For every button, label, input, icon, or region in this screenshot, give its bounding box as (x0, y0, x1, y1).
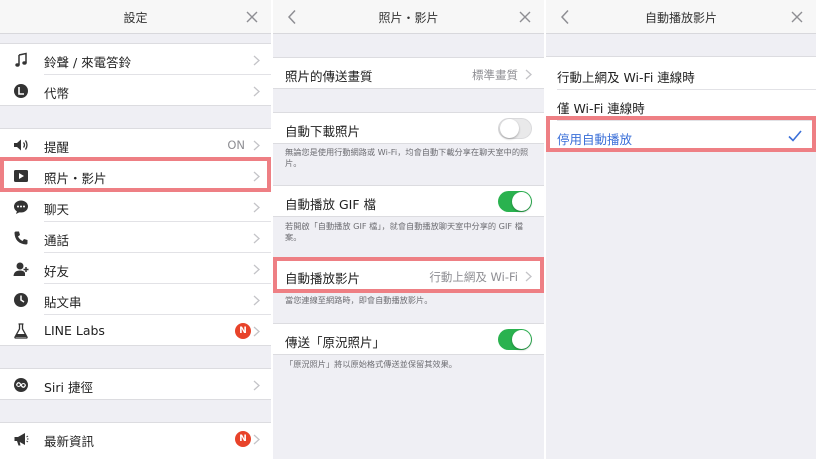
settings-item-ringtone[interactable]: 鈴聲 / 來電答鈴 (0, 44, 271, 75)
siri-icon (14, 378, 28, 392)
settings-item-chats[interactable]: 聊天 (0, 191, 271, 222)
close-icon[interactable] (790, 10, 804, 24)
page-title: 自動播放影片 (644, 11, 717, 25)
chevron-right-icon (253, 434, 260, 445)
page-title: 照片・影片 (378, 11, 439, 25)
option-mobile-and-wifi[interactable]: 行動上網及 Wi-Fi 連線時 (546, 59, 816, 90)
settings-item-notifications[interactable]: 提醒 ON (0, 129, 271, 160)
autoplay-gif-label: 自動播放 GIF 檔 (285, 197, 377, 212)
play-icon (14, 170, 28, 182)
settings-item-label: LINE Labs (44, 323, 105, 338)
chevron-right-icon (253, 55, 260, 66)
autoplay-video-row[interactable]: 自動播放影片 行動上網及 Wi-Fi (273, 259, 544, 291)
settings-item-label: 最新資訊 (44, 434, 95, 449)
settings-item-photos-videos[interactable]: 照片・影片 (0, 160, 271, 191)
chevron-right-icon (253, 140, 260, 151)
settings-item-line-labs[interactable]: LINE Labs N (0, 315, 271, 346)
person-add-icon (13, 262, 29, 276)
autoplay-options: 行動上網及 Wi-Fi 連線時 僅 Wi-Fi 連線時 停用自動播放 (546, 56, 816, 152)
settings-item-timeline[interactable]: 貼文串 (0, 284, 271, 315)
chevron-right-icon (253, 202, 260, 213)
music-note-icon (15, 52, 27, 67)
settings-group-3: Siri 捷徑 (0, 368, 271, 400)
settings-item-siri-shortcuts[interactable]: Siri 捷徑 (0, 369, 271, 400)
settings-group-4: 最新資訊 N (0, 422, 271, 459)
speaker-icon (14, 139, 28, 151)
settings-item-friends[interactable]: 好友 (0, 253, 271, 284)
settings-item-calls[interactable]: 通話 (0, 222, 271, 253)
flask-icon (14, 323, 28, 339)
checkmark-icon (788, 130, 802, 142)
autoplay-gif-note: 若開啟「自動播放 GIF 檔」，就會自動播放聊天室中分享的 GIF 檔案。 (285, 221, 523, 242)
chevron-right-icon (253, 380, 260, 391)
navbar: 設定 (0, 0, 271, 34)
settings-item-label: 鈴聲 / 來電答鈴 (44, 55, 132, 70)
chevron-right-icon (253, 264, 260, 275)
auto-download-note: 無論您是使用行動網路或 Wi-Fi，均會自動下載分享在聊天室中的照片。 (285, 147, 529, 168)
transfer-quality-row[interactable]: 照片的傳送畫質 標準畫質 (273, 57, 544, 89)
chevron-right-icon (525, 69, 532, 80)
transfer-quality-value: 標準畫質 (472, 68, 518, 82)
settings-group-2: 提醒 ON 照片・影片 聊天 通話 好友 貼文串 LINE Labs N (0, 128, 271, 346)
settings-item-label: 提醒 (44, 140, 70, 155)
live-photo-row: 傳送「原況照片」 (273, 323, 544, 355)
chevron-right-icon (253, 86, 260, 97)
close-icon[interactable] (518, 10, 532, 24)
option-disable-autoplay[interactable]: 停用自動播放 (546, 121, 816, 152)
phone-icon (14, 231, 28, 245)
live-photo-toggle[interactable] (498, 329, 532, 350)
new-badge: N (235, 431, 251, 447)
new-badge: N (235, 323, 251, 339)
navbar: 照片・影片 (273, 0, 544, 34)
megaphone-icon (14, 433, 29, 446)
autoplay-gif-toggle[interactable] (498, 191, 532, 212)
auto-download-row: 自動下載照片 (273, 112, 544, 144)
settings-item-label: 貼文串 (44, 295, 82, 310)
settings-item-label: Siri 捷徑 (44, 380, 93, 395)
autoplay-video-panel: 自動播放影片 行動上網及 Wi-Fi 連線時 僅 Wi-Fi 連線時 停用自動播… (546, 0, 816, 459)
auto-download-toggle[interactable] (498, 118, 532, 139)
live-photo-label: 傳送「原況照片」 (285, 335, 386, 350)
settings-item-label: 好友 (44, 264, 70, 279)
settings-panel: 設定 鈴聲 / 來電答鈴 代幣 提醒 ON 照片・影片 聊天 通話 好友 貼文串… (0, 0, 271, 459)
settings-item-label: 照片・影片 (44, 171, 107, 186)
chevron-right-icon (525, 271, 532, 282)
autoplay-video-label: 自動播放影片 (285, 271, 361, 286)
coin-icon (14, 84, 28, 98)
settings-group-1: 鈴聲 / 來電答鈴 代幣 (0, 43, 271, 106)
photos-videos-panel: 照片・影片 照片的傳送畫質 標準畫質 自動下載照片 無論您是使用行動網路或 Wi… (273, 0, 544, 459)
option-wifi-only[interactable]: 僅 Wi-Fi 連線時 (546, 90, 816, 121)
settings-item-coins[interactable]: 代幣 (0, 75, 271, 106)
option-label: 僅 Wi-Fi 連線時 (557, 101, 645, 116)
live-photo-note: 「原況照片」將以原始格式傳送並保留其效果。 (285, 359, 457, 369)
transfer-quality-label: 照片的傳送畫質 (285, 69, 373, 84)
close-icon[interactable] (245, 10, 259, 24)
chat-bubble-icon (14, 200, 28, 214)
chevron-right-icon (253, 233, 260, 244)
autoplay-video-value: 行動上網及 Wi-Fi (429, 270, 518, 284)
auto-download-label: 自動下載照片 (285, 124, 361, 139)
settings-item-label: 通話 (44, 233, 70, 248)
chevron-right-icon (253, 295, 260, 306)
settings-item-label: 聊天 (44, 202, 70, 217)
settings-item-news[interactable]: 最新資訊 N (0, 423, 271, 454)
settings-item-label: 代幣 (44, 86, 70, 101)
navbar: 自動播放影片 (546, 0, 816, 34)
page-title: 設定 (123, 11, 148, 25)
autoplay-gif-row: 自動播放 GIF 檔 (273, 185, 544, 217)
option-label: 行動上網及 Wi-Fi 連線時 (557, 70, 695, 85)
option-label: 停用自動播放 (557, 132, 633, 147)
chevron-right-icon (253, 171, 260, 182)
chevron-right-icon (253, 326, 260, 337)
autoplay-video-note: 當您連線至網路時，即會自動播放影片。 (285, 295, 433, 305)
clock-icon (14, 293, 28, 307)
notification-status: ON (227, 138, 245, 152)
